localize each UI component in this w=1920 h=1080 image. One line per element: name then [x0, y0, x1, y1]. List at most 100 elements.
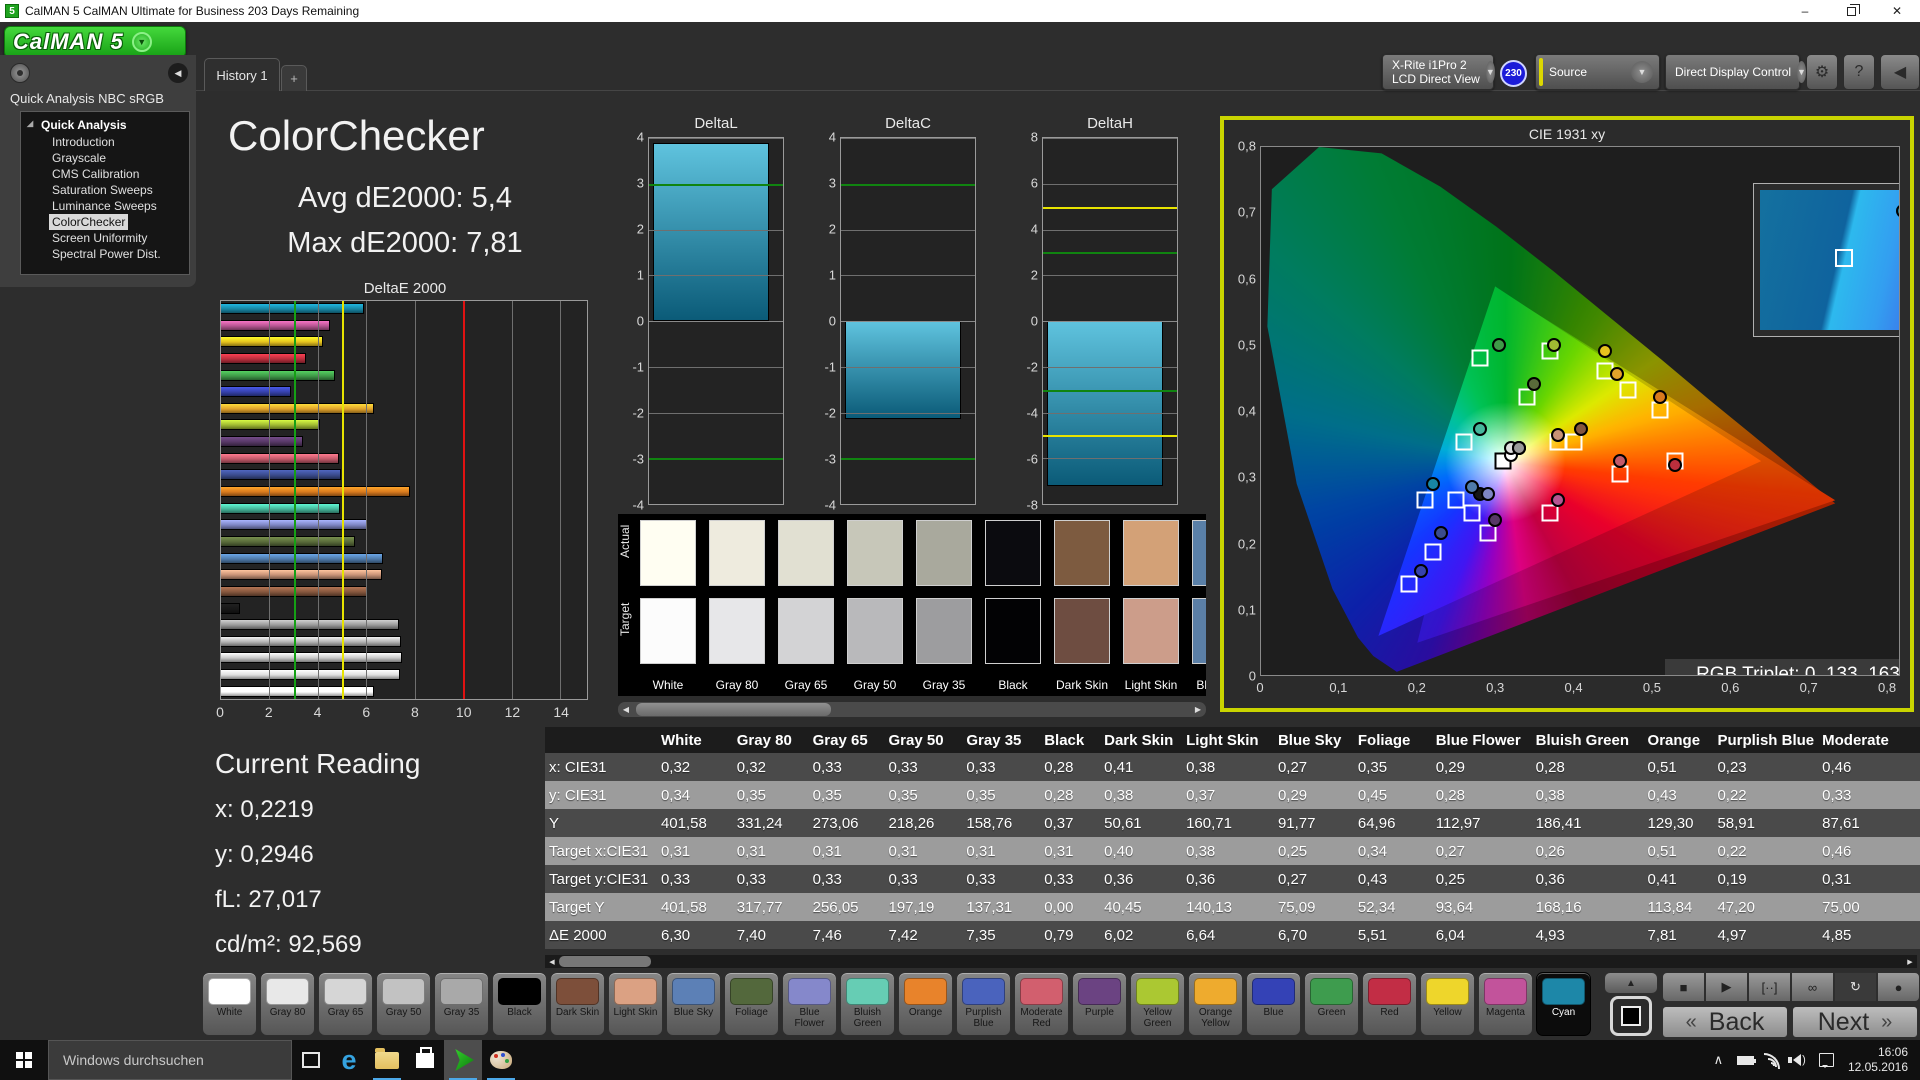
pattern-up-button[interactable]: ▲: [1604, 972, 1658, 994]
patch-swatch: [324, 978, 367, 1005]
patch-button-gray-35[interactable]: Gray 35: [434, 972, 489, 1036]
source-label: Source: [1549, 65, 1588, 79]
patch-button-blue[interactable]: Blue: [1246, 972, 1301, 1036]
y-tick-label: -2: [824, 405, 836, 421]
pattern-window-button[interactable]: [1610, 996, 1652, 1036]
patch-button-bluish-green[interactable]: Bluish Green: [840, 972, 895, 1036]
inset-target-square: [1834, 248, 1853, 267]
table-cell: 0,35: [808, 781, 885, 809]
calman-taskbar-button[interactable]: [444, 1040, 482, 1080]
refresh-button[interactable]: ↻: [1834, 972, 1877, 1002]
settings-button[interactable]: ⚙: [1806, 54, 1838, 90]
page-title: ColorChecker: [228, 112, 485, 159]
wifi-icon[interactable]: [1759, 1040, 1786, 1080]
edge-taskbar-button[interactable]: e: [330, 1040, 368, 1080]
y-tick-label: -4: [824, 497, 836, 513]
tab-history-1[interactable]: History 1: [204, 58, 280, 91]
scrollbar-thumb[interactable]: [559, 956, 651, 967]
stop-button[interactable]: ■: [1662, 972, 1705, 1002]
back-button[interactable]: « Back: [1662, 1006, 1788, 1038]
source-dropdown[interactable]: Source ▼: [1535, 54, 1660, 90]
table-cell: 137,31: [962, 893, 1041, 921]
record-button[interactable]: ●: [1877, 972, 1920, 1002]
bar-yellow: [221, 336, 587, 348]
column-header-moderate: Moderate: [1818, 727, 1920, 753]
patch-swatch: [382, 978, 425, 1005]
sidebar-item-screen-uniformity[interactable]: Screen Uniformity: [49, 230, 150, 246]
scroll-left-icon[interactable]: ◀: [618, 702, 634, 717]
patch-label: Blue Sky: [673, 1007, 714, 1018]
action-center-icon[interactable]: [1813, 1040, 1840, 1080]
row-label: Target Y: [545, 893, 657, 921]
minimize-button[interactable]: –: [1782, 0, 1828, 22]
swatch-scrollbar[interactable]: ◀ ▶: [618, 702, 1206, 717]
table-cell: 331,24: [732, 809, 809, 837]
sidebar-collapse-button[interactable]: ◀: [168, 63, 188, 83]
patch-label: Dark Skin: [555, 1007, 600, 1018]
patch-button-blue-flower[interactable]: Blue Flower: [782, 972, 837, 1036]
patch-button-cyan[interactable]: Cyan: [1536, 972, 1591, 1036]
restore-button[interactable]: [1828, 0, 1874, 22]
play-button[interactable]: ▶: [1705, 972, 1748, 1002]
task-view-button[interactable]: [292, 1040, 330, 1080]
sidebar-item-introduction[interactable]: Introduction: [49, 134, 118, 150]
table-scrollbar[interactable]: ◀ ▶: [545, 955, 1917, 968]
display-control-dropdown[interactable]: Direct Display Control ▼: [1665, 54, 1806, 90]
patch-button-purplish-blue[interactable]: Purplish Blue: [956, 972, 1011, 1036]
close-button[interactable]: ✕: [1874, 0, 1920, 22]
logo-dropdown-icon[interactable]: ▼: [131, 32, 152, 52]
patch-button-white[interactable]: White: [202, 972, 257, 1036]
table-cell: 0,27: [1273, 753, 1354, 781]
patch-button-gray-80[interactable]: Gray 80: [260, 972, 315, 1036]
patch-button-dark-skin[interactable]: Dark Skin: [550, 972, 605, 1036]
scrollbar-thumb[interactable]: [636, 703, 831, 716]
patch-button-gray-65[interactable]: Gray 65: [318, 972, 373, 1036]
scroll-right-icon[interactable]: ▶: [1190, 702, 1206, 717]
tree-root-quick-analysis[interactable]: Quick Analysis: [27, 118, 189, 132]
sidebar-item-luminance-sweeps[interactable]: Luminance Sweeps: [49, 198, 160, 214]
patch-button-foliage[interactable]: Foliage: [724, 972, 779, 1036]
session-indicator-icon[interactable]: [10, 63, 30, 83]
patch-button-magenta[interactable]: Magenta: [1478, 972, 1533, 1036]
start-button[interactable]: [0, 1040, 48, 1080]
add-tab-button[interactable]: +: [281, 65, 307, 91]
patch-button-yellow[interactable]: Yellow: [1420, 972, 1475, 1036]
patch-button-light-skin[interactable]: Light Skin: [608, 972, 663, 1036]
continuous-button[interactable]: ∞: [1791, 972, 1834, 1002]
store-button[interactable]: [406, 1040, 444, 1080]
battery-icon[interactable]: [1732, 1040, 1759, 1080]
patch-button-purple[interactable]: Purple: [1072, 972, 1127, 1036]
next-button[interactable]: Next »: [1792, 1006, 1918, 1038]
table-cell: 0,27: [1431, 837, 1532, 865]
sidebar-item-saturation-sweeps[interactable]: Saturation Sweeps: [49, 182, 156, 198]
file-explorer-button[interactable]: [368, 1040, 406, 1080]
frame-button[interactable]: [··]: [1748, 972, 1791, 1002]
patch-button-orange-yellow[interactable]: Orange Yellow: [1188, 972, 1243, 1036]
scroll-right-icon[interactable]: ▶: [1903, 955, 1917, 968]
patch-button-red[interactable]: Red: [1362, 972, 1417, 1036]
sidebar-item-colorchecker[interactable]: ColorChecker: [49, 214, 129, 230]
patch-button-gray-50[interactable]: Gray 50: [376, 972, 431, 1036]
volume-icon[interactable]: ): [1786, 1040, 1813, 1080]
patch-button-blue-sky[interactable]: Blue Sky: [666, 972, 721, 1036]
patch-button-green[interactable]: Green: [1304, 972, 1359, 1036]
calman-logo[interactable]: CalMAN 5 ▼: [4, 26, 186, 58]
search-input[interactable]: Windows durchsuchen: [48, 1040, 292, 1080]
collapse-panel-button[interactable]: ◀: [1880, 54, 1920, 90]
patch-button-yellow-green[interactable]: Yellow Green: [1130, 972, 1185, 1036]
scroll-left-icon[interactable]: ◀: [545, 955, 559, 968]
patch-button-moderate-red[interactable]: Moderate Red: [1014, 972, 1069, 1036]
tray-chevron-icon[interactable]: ∧: [1705, 1040, 1732, 1080]
taskbar-clock[interactable]: 16:06 12.05.2016: [1840, 1045, 1920, 1075]
sidebar-item-cms-calibration[interactable]: CMS Calibration: [49, 166, 142, 182]
chevron-down-icon: ▼: [1631, 61, 1653, 83]
table-cell: 0,45: [1353, 781, 1432, 809]
sidebar-item-spectral-power-dist-[interactable]: Spectral Power Dist.: [49, 246, 164, 262]
sidebar-item-grayscale[interactable]: Grayscale: [49, 150, 109, 166]
paint-taskbar-button[interactable]: [482, 1040, 520, 1080]
help-button[interactable]: ?: [1843, 54, 1875, 90]
table-cell: 0,46: [1818, 837, 1920, 865]
patch-button-orange[interactable]: Orange: [898, 972, 953, 1036]
meter-dropdown[interactable]: X-Rite i1Pro 2 LCD Direct View ▼: [1382, 54, 1495, 90]
patch-button-black[interactable]: Black: [492, 972, 547, 1036]
